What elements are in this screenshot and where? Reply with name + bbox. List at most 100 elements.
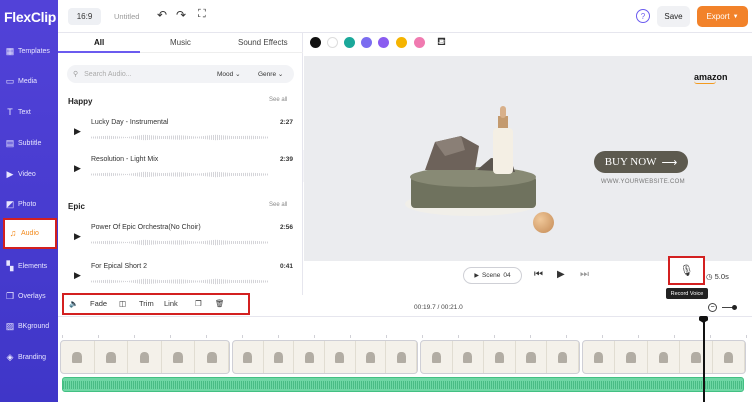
record-voice-button[interactable]: 🎙 — [668, 256, 705, 285]
sidebar-item-elements[interactable]: ▚ Elements — [0, 251, 58, 281]
color-swatch-black[interactable] — [310, 37, 321, 48]
color-swatch-white[interactable] — [327, 37, 338, 48]
play-icon[interactable]: ▶ — [74, 126, 81, 137]
audio-track-bar[interactable] — [62, 377, 744, 392]
track-duration: 2:27 — [279, 119, 293, 126]
audio-track[interactable]: ▶ Power Of Epic Orchestra(No Choir) 2:56 — [68, 224, 293, 260]
decor-sphere — [533, 212, 554, 233]
track-name: Lucky Day - Instrumental — [91, 119, 169, 126]
record-voice-tooltip: Record Voice — [666, 288, 708, 299]
see-all-link[interactable]: See all — [269, 97, 287, 103]
trim-button[interactable]: Trim — [139, 300, 154, 308]
audio-panel: All Music Sound Effects ⚲ Search Audio..… — [58, 33, 303, 295]
play-icon: ▶ — [474, 273, 479, 279]
templates-icon: ▦ — [5, 45, 15, 56]
play-icon[interactable]: ▶ — [74, 270, 81, 281]
branding-icon: ◈ — [6, 351, 14, 362]
skip-back-icon[interactable]: ⏮ — [534, 270, 543, 280]
tab-sound-effects[interactable]: Sound Effects — [238, 38, 288, 47]
audio-track[interactable]: ▶ Lucky Day - Instrumental 2:27 — [68, 119, 293, 155]
tab-underline — [58, 51, 140, 53]
color-swatch-teal[interactable] — [344, 37, 355, 48]
undo-icon[interactable]: ↶ — [157, 9, 167, 21]
duration-value: 5.0s — [714, 272, 729, 281]
timeline-ruler[interactable] — [58, 316, 752, 338]
audio-track[interactable]: ▶ Resolution - Light Mix 2:39 — [68, 156, 293, 192]
sidebar-item-text[interactable]: T Text — [0, 97, 58, 127]
buy-now-button[interactable]: BUY NOW ⟶ — [594, 151, 688, 173]
playhead[interactable] — [703, 318, 705, 402]
scene-selector[interactable]: ▶ Scene 04 — [463, 267, 522, 284]
color-swatch-yellow[interactable] — [396, 37, 407, 48]
sidebar-item-video[interactable]: ▶ Video — [0, 159, 58, 189]
sidebar-item-label: Branding — [18, 353, 47, 361]
play-icon[interactable]: ▶ — [74, 231, 81, 242]
search-input[interactable]: Search Audio... — [84, 71, 131, 78]
sidebar: FlexClip ▦ Templates ▭ Media T Text ▤ Su… — [0, 0, 58, 402]
product-image[interactable] — [405, 100, 565, 220]
sidebar-item-label: Audio — [21, 230, 39, 237]
sidebar-item-audio[interactable]: ♫ Audio — [3, 218, 57, 249]
timeline-clip[interactable] — [582, 340, 746, 374]
split-icon[interactable]: ◫ — [119, 300, 126, 308]
search-icon: ⚲ — [73, 71, 79, 78]
time-readout: 00:19.7 / 00:21.0 — [414, 304, 463, 311]
color-swatch-pink[interactable] — [414, 37, 425, 48]
color-swatch-purple[interactable] — [378, 37, 389, 48]
aspect-ratio-button[interactable]: 16:9 — [68, 8, 101, 25]
track-name: Power Of Epic Orchestra(No Choir) — [91, 224, 201, 231]
timeline-clip[interactable] — [420, 340, 580, 374]
chevron-down-icon: ⌄ — [277, 71, 284, 78]
play-icon[interactable]: ▶ — [74, 163, 81, 174]
sidebar-item-branding[interactable]: ◈ Branding — [0, 342, 58, 372]
sidebar-item-subtitle[interactable]: ▤ Subtitle — [0, 128, 58, 158]
play-icon[interactable]: ▶ — [557, 270, 565, 280]
zoom-out-icon[interactable]: − — [708, 303, 717, 312]
paint-bucket-icon[interactable]: ⛾ — [437, 36, 446, 50]
microphone-icon: 🎙 — [679, 265, 694, 277]
brand-smile — [694, 81, 716, 84]
sidebar-item-templates[interactable]: ▦ Templates — [0, 36, 58, 66]
volume-icon[interactable]: 🔈 — [69, 300, 78, 308]
skip-forward-icon[interactable]: ⏭ — [580, 270, 589, 280]
duplicate-icon[interactable]: ❐ — [195, 300, 202, 308]
clock-icon: ◷ — [706, 272, 713, 281]
sidebar-item-label: Photo — [18, 200, 37, 208]
project-title[interactable]: Untitled — [114, 12, 139, 21]
photo-icon: ◩ — [5, 198, 15, 209]
fade-button[interactable]: Fade — [90, 300, 107, 308]
logo: FlexClip — [4, 9, 57, 25]
redo-icon[interactable]: ↷ — [176, 9, 186, 21]
arrow-right-icon: ⟶ — [661, 156, 678, 169]
timeline-clip[interactable] — [232, 340, 418, 374]
mood-dropdown[interactable]: Mood ⌄ — [217, 70, 241, 78]
media-icon: ▭ — [5, 75, 15, 86]
save-button[interactable]: Save — [657, 6, 690, 27]
sidebar-item-bkground[interactable]: ▨ BKground — [0, 311, 58, 341]
tab-music[interactable]: Music — [170, 38, 191, 47]
link-button[interactable]: Link — [164, 300, 178, 308]
sidebar-item-overlays[interactable]: ❐ Overlays — [0, 281, 58, 311]
audio-search-bar[interactable]: ⚲ Search Audio... Mood ⌄ Genre ⌄ — [67, 65, 294, 83]
chevron-down-icon: ⌄ — [235, 71, 241, 78]
scene-duration[interactable]: ◷ 5.0s — [706, 272, 729, 281]
background-icon: ▨ — [5, 320, 15, 331]
top-toolbar: 16:9 Untitled ↶ ↷ ⛶ ? Save Export ▼ — [58, 0, 752, 33]
trash-icon[interactable]: 🗑 — [215, 300, 225, 308]
sidebar-item-label: BKground — [18, 322, 50, 330]
tab-all[interactable]: All — [94, 38, 104, 47]
see-all-link[interactable]: See all — [269, 202, 287, 208]
sidebar-item-photo[interactable]: ◩ Photo — [0, 189, 58, 219]
fullscreen-icon[interactable]: ⛶ — [198, 9, 206, 20]
zoom-slider-handle[interactable] — [732, 305, 737, 310]
help-icon[interactable]: ? — [636, 9, 650, 23]
track-name: For Epical Short 2 — [91, 263, 148, 270]
export-button[interactable]: Export ▼ — [697, 6, 748, 27]
timeline-clip[interactable] — [60, 340, 230, 374]
video-track — [60, 340, 746, 375]
sidebar-item-media[interactable]: ▭ Media — [0, 66, 58, 96]
color-swatch-blue-violet[interactable] — [361, 37, 372, 48]
flexclip-editor: FlexClip ▦ Templates ▭ Media T Text ▤ Su… — [0, 0, 752, 402]
genre-dropdown[interactable]: Genre ⌄ — [258, 70, 283, 78]
sidebar-item-label: Video — [18, 170, 36, 178]
